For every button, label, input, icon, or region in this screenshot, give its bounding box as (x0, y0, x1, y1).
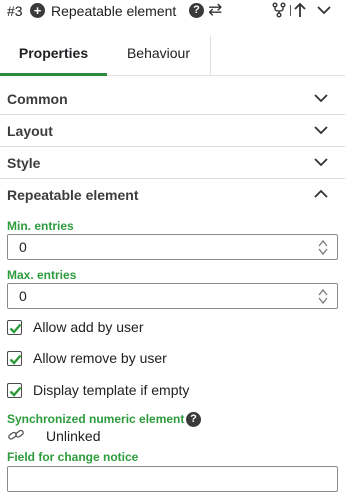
min-entries-value: 0 (19, 239, 27, 255)
checkmark-icon (9, 354, 22, 365)
checkmark-icon (9, 386, 22, 397)
element-id: #3 (7, 3, 23, 19)
fork-icon[interactable] (271, 2, 287, 18)
section-style[interactable]: Style (0, 147, 345, 179)
chevron-down-icon[interactable] (314, 125, 328, 135)
section-repeatable-element[interactable]: Repeatable element (0, 179, 345, 211)
section-label: Layout (7, 123, 53, 139)
allow-add-label: Allow add by user (33, 319, 144, 335)
help-circle-icon[interactable]: ? (186, 412, 201, 427)
arrow-up-icon[interactable] (294, 2, 306, 18)
link-icon[interactable] (7, 428, 25, 442)
section-common[interactable]: Common (0, 83, 345, 115)
max-entries-input[interactable]: 0 (7, 283, 338, 309)
element-title: Repeatable element (51, 3, 177, 19)
display-template-checkbox[interactable] (7, 383, 22, 398)
chevron-down-icon[interactable] (317, 4, 331, 16)
tab-properties[interactable]: Properties (0, 36, 107, 76)
min-entries-input[interactable]: 0 (7, 234, 338, 260)
chevron-up-icon[interactable] (314, 189, 328, 199)
allow-remove-checkbox[interactable] (7, 351, 22, 366)
max-entries-value: 0 (19, 288, 27, 304)
section-label: Style (7, 155, 41, 171)
spinner-arrows-icon[interactable] (317, 288, 329, 305)
tab-behaviour[interactable]: Behaviour (107, 36, 210, 76)
spinner-arrows-icon[interactable] (317, 239, 329, 256)
section-label: Repeatable element (7, 187, 139, 203)
checkmark-icon (9, 323, 22, 334)
swap-arrows-icon[interactable]: ⇄ (208, 0, 222, 20)
help-circle-icon[interactable]: ? (189, 3, 204, 18)
sync-numeric-label: Synchronized numeric element (7, 412, 185, 426)
display-template-label: Display template if empty (33, 382, 190, 398)
chevron-down-icon[interactable] (314, 157, 328, 167)
min-entries-label: Min. entries (7, 219, 74, 233)
tab-bar: Properties Behaviour (0, 36, 345, 76)
header-divider (290, 5, 291, 16)
panel-header: #3 + Repeatable element ? ⇄ (0, 0, 345, 22)
section-layout[interactable]: Layout (0, 115, 345, 147)
allow-add-checkbox[interactable] (7, 320, 22, 335)
allow-remove-label: Allow remove by user (33, 350, 167, 366)
tab-bar-filler (210, 36, 345, 76)
plus-circle-icon[interactable]: + (30, 3, 45, 18)
change-notice-label: Field for change notice (7, 450, 139, 464)
sync-status: Unlinked (46, 428, 101, 444)
chevron-down-icon[interactable] (314, 93, 328, 103)
max-entries-label: Max. entries (7, 268, 77, 282)
section-label: Common (7, 91, 68, 107)
change-notice-input[interactable] (7, 466, 338, 492)
